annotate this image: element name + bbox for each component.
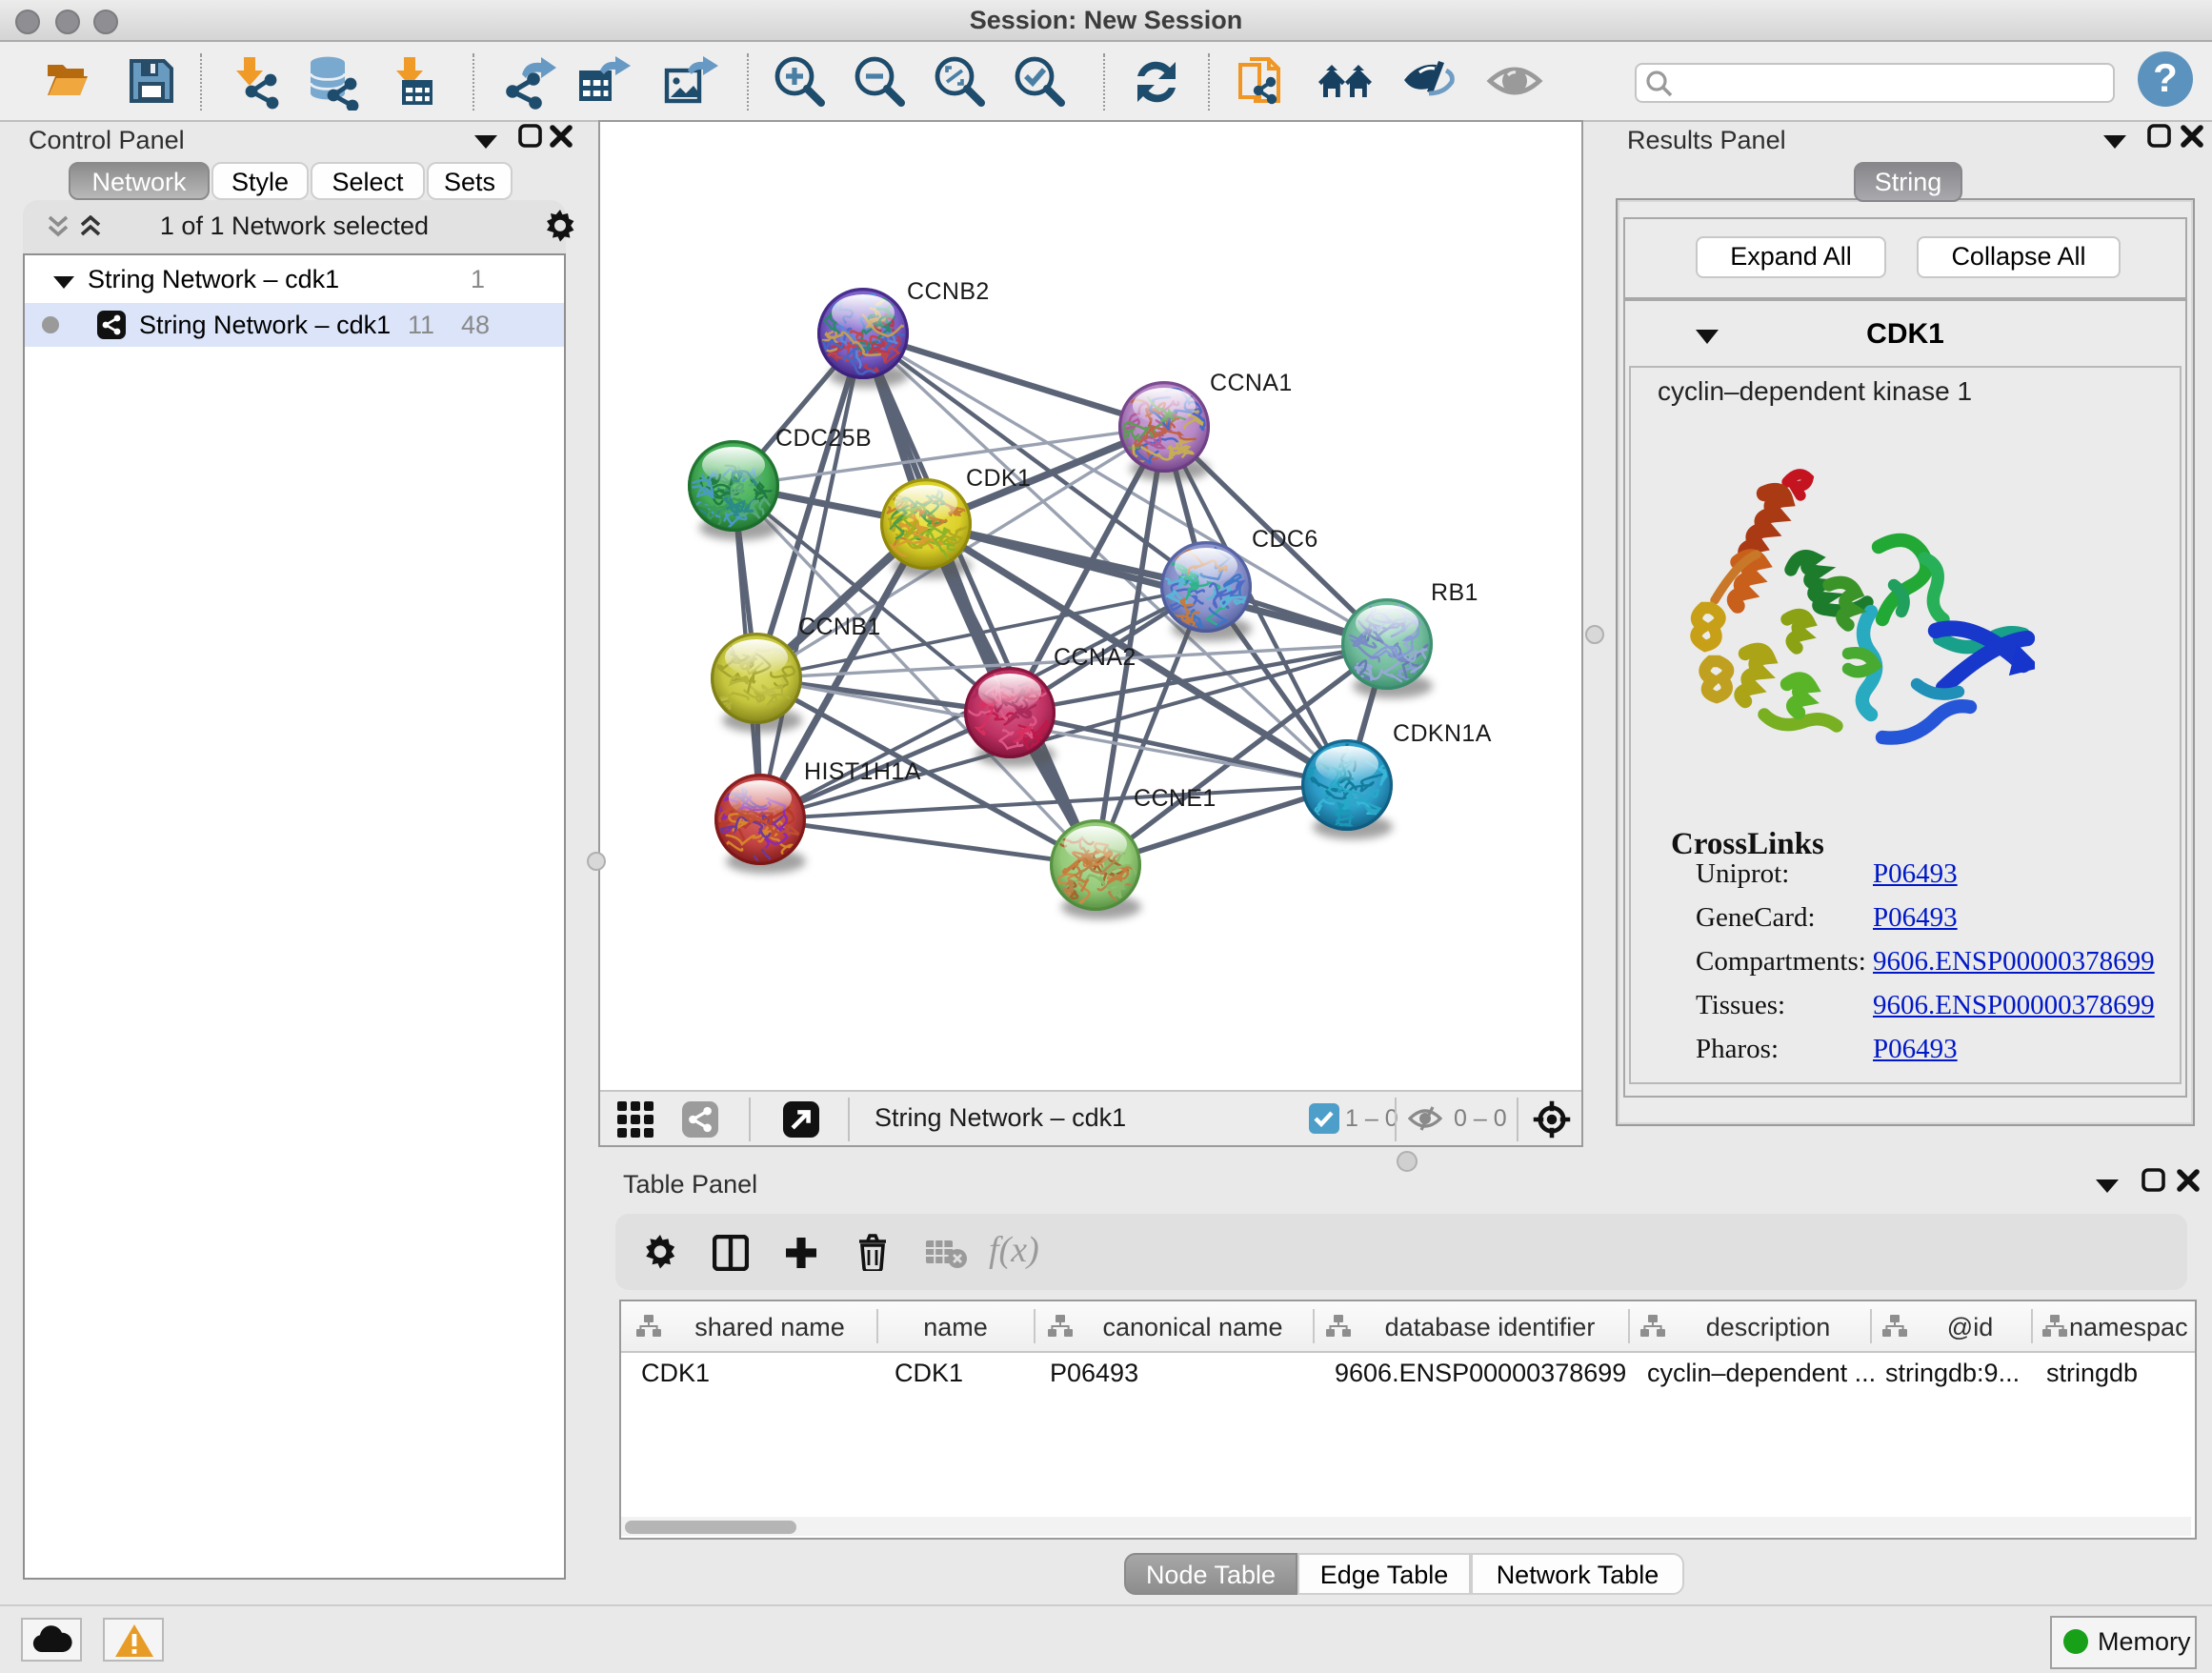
svg-text:CCNA1: CCNA1 <box>1210 370 1293 396</box>
svg-text:CCNB1: CCNB1 <box>798 614 881 640</box>
svg-text:RB1: RB1 <box>1431 579 1478 606</box>
svg-text:CCNB2: CCNB2 <box>907 278 990 305</box>
svg-text:CDKN1A: CDKN1A <box>1393 720 1492 747</box>
svg-text:CDK1: CDK1 <box>966 465 1031 492</box>
svg-text:CDC25B: CDC25B <box>775 425 872 452</box>
svg-text:CDC6: CDC6 <box>1252 526 1318 553</box>
svg-text:HIST1H1A: HIST1H1A <box>804 758 921 785</box>
svg-text:CCNE1: CCNE1 <box>1134 785 1217 812</box>
svg-text:CCNA2: CCNA2 <box>1054 644 1136 671</box>
